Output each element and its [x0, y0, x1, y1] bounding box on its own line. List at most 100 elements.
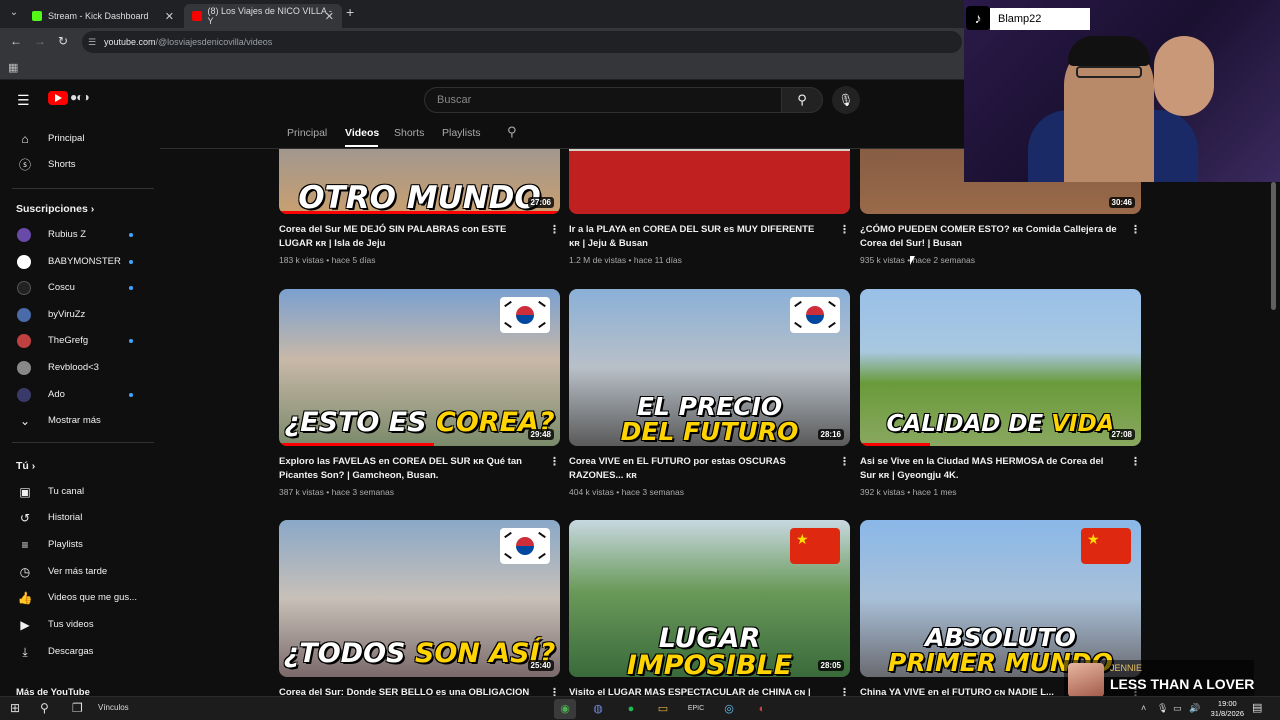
tray-chevron-icon[interactable]: ˄ [1141, 703, 1146, 713]
south-korea-flag-icon [500, 297, 550, 333]
video-meta: 387 k vistas • hace 3 semanas [279, 487, 394, 497]
obs-icon[interactable]: ◐ [751, 699, 773, 719]
back-icon[interactable]: ← [10, 34, 22, 48]
video-thumbnail[interactable]: ¿ESTO ES COREA? 29:48 [279, 289, 560, 446]
page-scrollbar[interactable] [1271, 182, 1276, 310]
more-options-icon[interactable]: ⋮ [1130, 455, 1141, 468]
voice-search-button[interactable]: 🎙 [832, 86, 860, 114]
youtube-logo-icon[interactable] [48, 91, 68, 105]
task-view-icon[interactable]: ❐ [72, 701, 83, 715]
logo-doodle-icon[interactable]: ●◐◑ [70, 90, 90, 104]
sidebar-sub-thegrefg[interactable]: TheGrefg [0, 328, 155, 354]
music-artist: JENNIE [1110, 663, 1143, 673]
subscriptions-heading[interactable]: Suscripciones › [16, 203, 94, 215]
you-heading[interactable]: Tú › [16, 460, 35, 472]
sidebar-item-label: Rubius Z [48, 229, 87, 240]
sidebar-item-principal[interactable]: ⌂ Principal [0, 126, 155, 152]
video-thumbnail[interactable]: ¿TODOS SON ASÍ? 25:40 [279, 520, 560, 677]
south-korea-flag-icon [500, 528, 550, 564]
new-content-dot [129, 260, 133, 264]
new-tab-button[interactable]: + [346, 4, 354, 20]
sidebar-item-tu-canal[interactable]: ▣ Tu canal [0, 479, 155, 505]
sidebar-item-descargas[interactable]: ⤓ Descargas [0, 639, 155, 665]
address-bar-row: ← → ↻ ☰ youtube.com/@losviajesdenicovill… [0, 28, 964, 56]
sidebar-sub-byviruzz[interactable]: byViruZz [0, 302, 155, 328]
video-thumbnail[interactable]: ★ LUGAR IMPOSIBLE 28:05 [569, 520, 850, 677]
windows-start-icon[interactable]: ⊞ [10, 701, 20, 715]
close-tab-icon[interactable]: ✕ [325, 10, 334, 23]
menu-icon[interactable]: ☰ [17, 92, 30, 109]
tab-youtube-channel[interactable]: (8) Los Viajes de NICO VILLA - Y ✕ [184, 4, 342, 28]
video-title[interactable]: ¿CÓMO PUEDEN COMER ESTO? ᴋʀ Comida Calle… [860, 223, 1118, 251]
system-clock[interactable]: 19:00 31/8/2026 [1211, 699, 1244, 719]
sidebar-sub-rubius[interactable]: Rubius Z [0, 222, 155, 248]
more-options-icon[interactable]: ⋮ [549, 223, 560, 236]
epic-games-icon[interactable]: EPIC [685, 699, 707, 719]
video-title[interactable]: Corea VIVE en EL FUTURO por estas OSCURA… [569, 455, 827, 483]
apps-grid-icon[interactable]: ▦ [8, 61, 18, 74]
video-title[interactable]: Ir a la PLAYA en COREA DEL SUR es MUY DI… [569, 223, 827, 251]
links-toolbar[interactable]: Vínculos [98, 703, 129, 712]
url-field[interactable]: ☰ youtube.com/@losviajesdenicovilla/vide… [82, 31, 962, 53]
tab-search-icon[interactable]: ⌄ [6, 5, 22, 21]
close-tab-icon[interactable]: ✕ [165, 10, 174, 23]
tab-title: (8) Los Viajes de NICO VILLA - Y [207, 6, 332, 26]
video-meta: 392 k vistas • hace 1 mes [860, 487, 957, 497]
tab-shorts[interactable]: Shorts [394, 127, 424, 139]
sidebar-sub-babymonster[interactable]: BABYMONSTER [0, 249, 155, 275]
sidebar-item-label: Revblood<3 [48, 362, 99, 373]
search-icon[interactable]: ⚲ [40, 701, 49, 715]
discord-icon[interactable]: ◍ [587, 699, 609, 719]
sidebar-item-liked[interactable]: 👍 Videos que me gus... [0, 585, 155, 611]
video-thumbnail[interactable] [569, 149, 850, 214]
microphone-tray-icon[interactable]: 🎙 [1157, 703, 1168, 714]
more-options-icon[interactable]: ⋮ [839, 686, 850, 696]
sidebar-item-historial[interactable]: ↺ Historial [0, 505, 155, 531]
sidebar-sub-coscu[interactable]: Coscu [0, 275, 155, 301]
video-thumbnail[interactable]: ★ ABSOLUTO PRIMER MUNDO [860, 520, 1141, 677]
sidebar-sub-revblood[interactable]: Revblood<3 [0, 355, 155, 381]
chrome-icon[interactable]: ◉ [554, 699, 576, 719]
show-more-button[interactable]: ⌄ Mostrar más [0, 408, 155, 434]
tab-playlists[interactable]: Playlists [442, 127, 481, 139]
reload-icon[interactable]: ↻ [58, 34, 68, 48]
more-options-icon[interactable]: ⋮ [549, 455, 560, 468]
more-options-icon[interactable]: ⋮ [839, 455, 850, 468]
network-icon[interactable]: ▭ [1173, 703, 1182, 714]
video-title[interactable]: Exploro las FAVELAS en COREA DEL SUR ᴋʀ … [279, 455, 537, 483]
sidebar-item-label: Videos que me gus... [48, 592, 138, 603]
video-title[interactable]: Asi se Vive en la Ciudad MAS HERMOSA de … [860, 455, 1118, 483]
active-tab-indicator [345, 145, 378, 147]
site-info-icon[interactable]: ☰ [88, 37, 96, 47]
more-options-icon[interactable]: ⋮ [549, 686, 560, 696]
sidebar-item-playlists[interactable]: ≡ Playlists [0, 532, 155, 558]
sidebar-item-ver-mas-tarde[interactable]: ◷ Ver más tarde [0, 559, 155, 585]
video-title[interactable]: Corea del Sur: Donde SER BELLO es una OB… [279, 686, 537, 696]
file-explorer-icon[interactable]: ▭ [652, 699, 674, 719]
spotify-icon[interactable]: ● [620, 699, 642, 719]
video-title[interactable]: Corea del Sur ME DEJÓ SIN PALABRAS con E… [279, 223, 537, 251]
sidebar-item-tus-videos[interactable]: ▶ Tus videos [0, 612, 155, 638]
mouse-cursor-icon [910, 256, 915, 265]
sidebar-item-shorts[interactable]: ⓢ Shorts [0, 152, 155, 178]
volume-icon[interactable]: 🔊 [1189, 703, 1200, 714]
watch-progress-bar [860, 443, 930, 446]
video-title[interactable]: Visito el LUGAR MAS ESPECTACULAR de CHIN… [569, 686, 827, 696]
steam-icon[interactable]: ◎ [718, 699, 740, 719]
notifications-icon[interactable]: ▤ [1252, 701, 1262, 714]
tab-videos[interactable]: Videos [345, 127, 379, 139]
tab-kick-dashboard[interactable]: Stream - Kick Dashboard ✕ [24, 4, 182, 28]
video-thumbnail[interactable]: EL PRECIO DEL FUTURO 28:16 [569, 289, 850, 446]
video-thumbnail[interactable]: OTRO MUNDO 27:06 [279, 149, 560, 214]
more-options-icon[interactable]: ⋮ [839, 223, 850, 236]
search-input[interactable]: Buscar [424, 87, 782, 113]
tab-principal[interactable]: Principal [287, 127, 327, 139]
now-playing-overlay: JENNIE LESS THAN A LOVER [1064, 660, 1254, 698]
forward-icon[interactable]: → [34, 34, 46, 48]
more-options-icon[interactable]: ⋮ [1130, 223, 1141, 236]
channel-search-icon[interactable]: ⚲ [507, 124, 517, 140]
video-thumbnail[interactable]: CALIDAD DE VIDA 27:08 [860, 289, 1141, 446]
thumbnail-caption: LUGAR IMPOSIBLE [626, 623, 793, 677]
search-button[interactable]: ⚲ [781, 87, 823, 113]
sidebar-sub-ado[interactable]: Ado [0, 382, 155, 408]
